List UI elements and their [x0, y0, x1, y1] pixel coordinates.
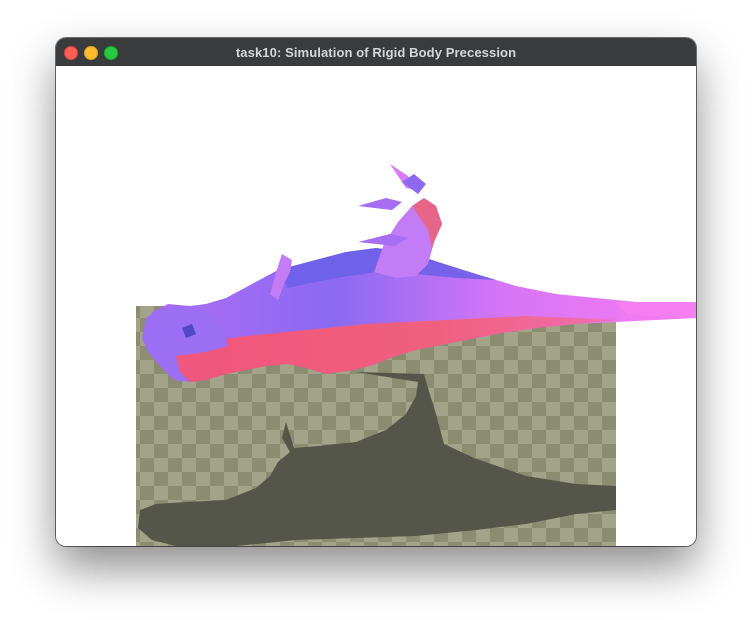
render-viewport[interactable] [56, 66, 696, 546]
close-button[interactable] [64, 46, 78, 60]
model-claw-1 [358, 198, 402, 210]
zoom-button[interactable] [104, 46, 118, 60]
minimize-button[interactable] [84, 46, 98, 60]
scene-canvas [136, 164, 696, 546]
window-title: task10: Simulation of Rigid Body Precess… [235, 44, 517, 60]
app-window: task10: Simulation of Rigid Body Precess… [56, 38, 696, 546]
title-bar[interactable]: task10: Simulation of Rigid Body Precess… [56, 38, 696, 67]
